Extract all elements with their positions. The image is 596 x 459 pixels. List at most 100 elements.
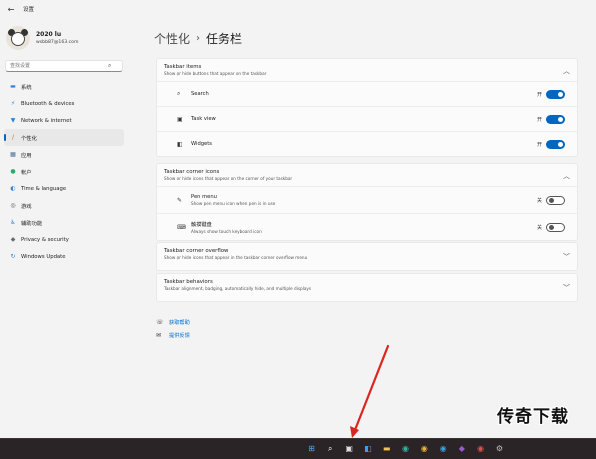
chevron-up-icon[interactable]: ︿: [563, 66, 570, 76]
setting-row: ✎ Pen menu Show pen menu icon when pen is …: [157, 186, 577, 213]
breadcrumb-separator: ›: [196, 33, 201, 44]
setting-text: 触摸键盘 Always show touch keyboard icon: [191, 221, 262, 234]
sidebar-item-5[interactable]: ● 帐户: [4, 163, 124, 180]
globe-icon: ◐: [10, 185, 16, 192]
setting-label: Widgets: [191, 141, 212, 147]
behaviors-header[interactable]: Taskbar behaviors Taskbar alignment, bad…: [157, 274, 577, 301]
toggle-state-label: 关: [536, 225, 542, 231]
toggle-switch[interactable]: [546, 115, 565, 124]
taskbar-items-subtitle: Show or hide buttons that appear on the …: [164, 71, 267, 76]
behaviors-card[interactable]: Taskbar behaviors Taskbar alignment, bad…: [156, 273, 578, 302]
taskbar: ⊞ ⌕ ▣ ◧ ▬ ◉ ◉ ◉ ◆ ◉ ⚙: [0, 438, 596, 459]
toggle-knob: [549, 225, 554, 230]
setting-label: Search: [191, 91, 209, 97]
settings-icon[interactable]: ⚙: [493, 442, 506, 455]
sidebar-item-label: Time & language: [21, 185, 67, 192]
taskbar-icons: ⊞ ⌕ ▣ ◧ ▬ ◉ ◉ ◉ ◆ ◉ ⚙: [305, 442, 512, 455]
chevron-down-icon[interactable]: ﹀: [563, 283, 570, 293]
toggle-switch[interactable]: [546, 140, 565, 149]
sidebar-item-label: 帐户: [21, 169, 32, 176]
search-icon[interactable]: ⌕: [324, 442, 337, 455]
corner-overflow-subtitle: Show or hide icons that appear in the ta…: [164, 255, 308, 260]
toggle-switch[interactable]: [546, 223, 565, 232]
game-icon[interactable]: ◉: [474, 442, 487, 455]
toggle-control: 开: [537, 115, 565, 124]
chevron-up-icon[interactable]: ︿: [563, 171, 570, 181]
bluetooth-icon: ⚡: [10, 100, 16, 107]
toggle-switch[interactable]: [546, 90, 565, 99]
taskbar-items-rows: ⌕ Search 开 ▣ Task view 开 ◧ Widgets 开: [157, 81, 577, 156]
sidebar-item-8[interactable]: ♿ 辅助功能: [4, 214, 124, 231]
keyboard-icon: ⌨: [177, 223, 186, 231]
toggle-control: 关: [537, 223, 565, 232]
file-explorer-icon[interactable]: ▬: [380, 442, 393, 455]
behaviors-subtitle: Taskbar alignment, badging, automaticall…: [164, 286, 312, 291]
corner-icons-rows: ✎ Pen menu Show pen menu icon when pen is …: [157, 186, 577, 240]
watermark: 传奇下载: [497, 407, 569, 427]
help-link[interactable]: ☏ 获取帮助: [156, 316, 190, 329]
main-content: 个性化 › 任务栏 Taskbar items Show or hide but…: [128, 18, 596, 438]
edge-icon[interactable]: ◉: [399, 442, 412, 455]
toggle-knob: [558, 142, 563, 147]
sidebar-item-0[interactable]: ▬ 系统: [4, 78, 124, 95]
setting-text: Pen menu Show pen menu icon when pen is i…: [191, 194, 275, 206]
taskbar-items-title: Taskbar items: [164, 64, 202, 70]
back-arrow-icon[interactable]: ←: [4, 2, 18, 16]
chrome-icon[interactable]: ◉: [418, 442, 431, 455]
sidebar-item-label: 游戏: [21, 203, 32, 210]
setting-row: ⌨ 触摸键盘 Always show touch keyboard icon 关: [157, 213, 577, 240]
app-title: 设置: [23, 7, 35, 13]
corner-overflow-card[interactable]: Taskbar corner overflow Show or hide ico…: [156, 242, 578, 271]
wifi-icon: ▼: [10, 117, 16, 124]
sidebar-item-10[interactable]: ↻ Windows Update: [4, 248, 124, 265]
toggle-state-label: 开: [536, 117, 542, 123]
sidebar-item-1[interactable]: ⚡ Bluetooth & devices: [4, 95, 124, 112]
corner-overflow-header[interactable]: Taskbar corner overflow Show or hide ico…: [157, 243, 577, 270]
sidebar-item-3[interactable]: / 个性化: [4, 129, 124, 146]
sidebar-item-6[interactable]: ◐ Time & language: [4, 180, 124, 197]
toggle-control: 开: [537, 140, 565, 149]
brush-icon: /: [11, 134, 15, 141]
update-icon: ↻: [10, 253, 16, 260]
sidebar-item-7[interactable]: ◎ 游戏: [4, 197, 124, 214]
search-box[interactable]: ⌕: [5, 60, 123, 72]
help-link-label[interactable]: 获取帮助: [169, 319, 190, 326]
account-icon: ●: [10, 168, 16, 175]
sidebar-item-9[interactable]: ◆ Privacy & security: [4, 231, 124, 248]
help-icon: ☏: [156, 319, 164, 326]
search-icon: ⌕: [177, 90, 181, 97]
browser-icon[interactable]: ◉: [437, 442, 450, 455]
widgets-icon[interactable]: ◧: [361, 442, 374, 455]
sidebar-item-label: 辅助功能: [21, 220, 43, 227]
taskbar-items-header[interactable]: Taskbar items Show or hide buttons that …: [157, 59, 577, 81]
start-icon[interactable]: ⊞: [305, 442, 318, 455]
setting-text: Search: [191, 91, 209, 97]
sidebar-item-2[interactable]: ▼ Network & internet: [4, 112, 124, 129]
toggle-switch[interactable]: [546, 196, 565, 205]
search-input[interactable]: [6, 61, 106, 71]
setting-label: Task view: [191, 116, 216, 122]
gamepad-icon: ◎: [10, 202, 16, 209]
user-profile[interactable]: 2020 lu wsbb87@163.com: [6, 26, 78, 50]
toggle-knob: [558, 117, 563, 122]
setting-description: Always show touch keyboard icon: [191, 228, 262, 234]
app-icon[interactable]: ◆: [455, 442, 468, 455]
help-link[interactable]: ✉ 提供反馈: [156, 329, 190, 342]
toggle-state-label: 关: [536, 198, 542, 204]
sidebar-item-4[interactable]: ▦ 应用: [4, 146, 124, 163]
avatar: [6, 26, 30, 50]
setting-label: 触摸键盘: [191, 221, 212, 228]
search-icon[interactable]: ⌕: [108, 62, 111, 70]
task-view-icon[interactable]: ▣: [343, 442, 356, 455]
setting-row: ▣ Task view 开: [157, 106, 577, 131]
avatar-face: [11, 32, 25, 46]
user-name: 2020 lu: [36, 31, 62, 38]
accessibility-icon: ♿: [10, 219, 16, 226]
setting-text: Widgets: [191, 141, 212, 147]
pen-icon: ✎: [177, 196, 183, 204]
chevron-down-icon[interactable]: ﹀: [563, 252, 570, 262]
breadcrumb-parent[interactable]: 个性化: [154, 30, 190, 47]
help-link-label[interactable]: 提供反馈: [169, 332, 190, 339]
sidebar-nav: ▬ 系统 ⚡ Bluetooth & devices ▼ Network & intern…: [0, 78, 128, 265]
corner-icons-header[interactable]: Taskbar corner icons Show or hide icons …: [157, 164, 577, 186]
